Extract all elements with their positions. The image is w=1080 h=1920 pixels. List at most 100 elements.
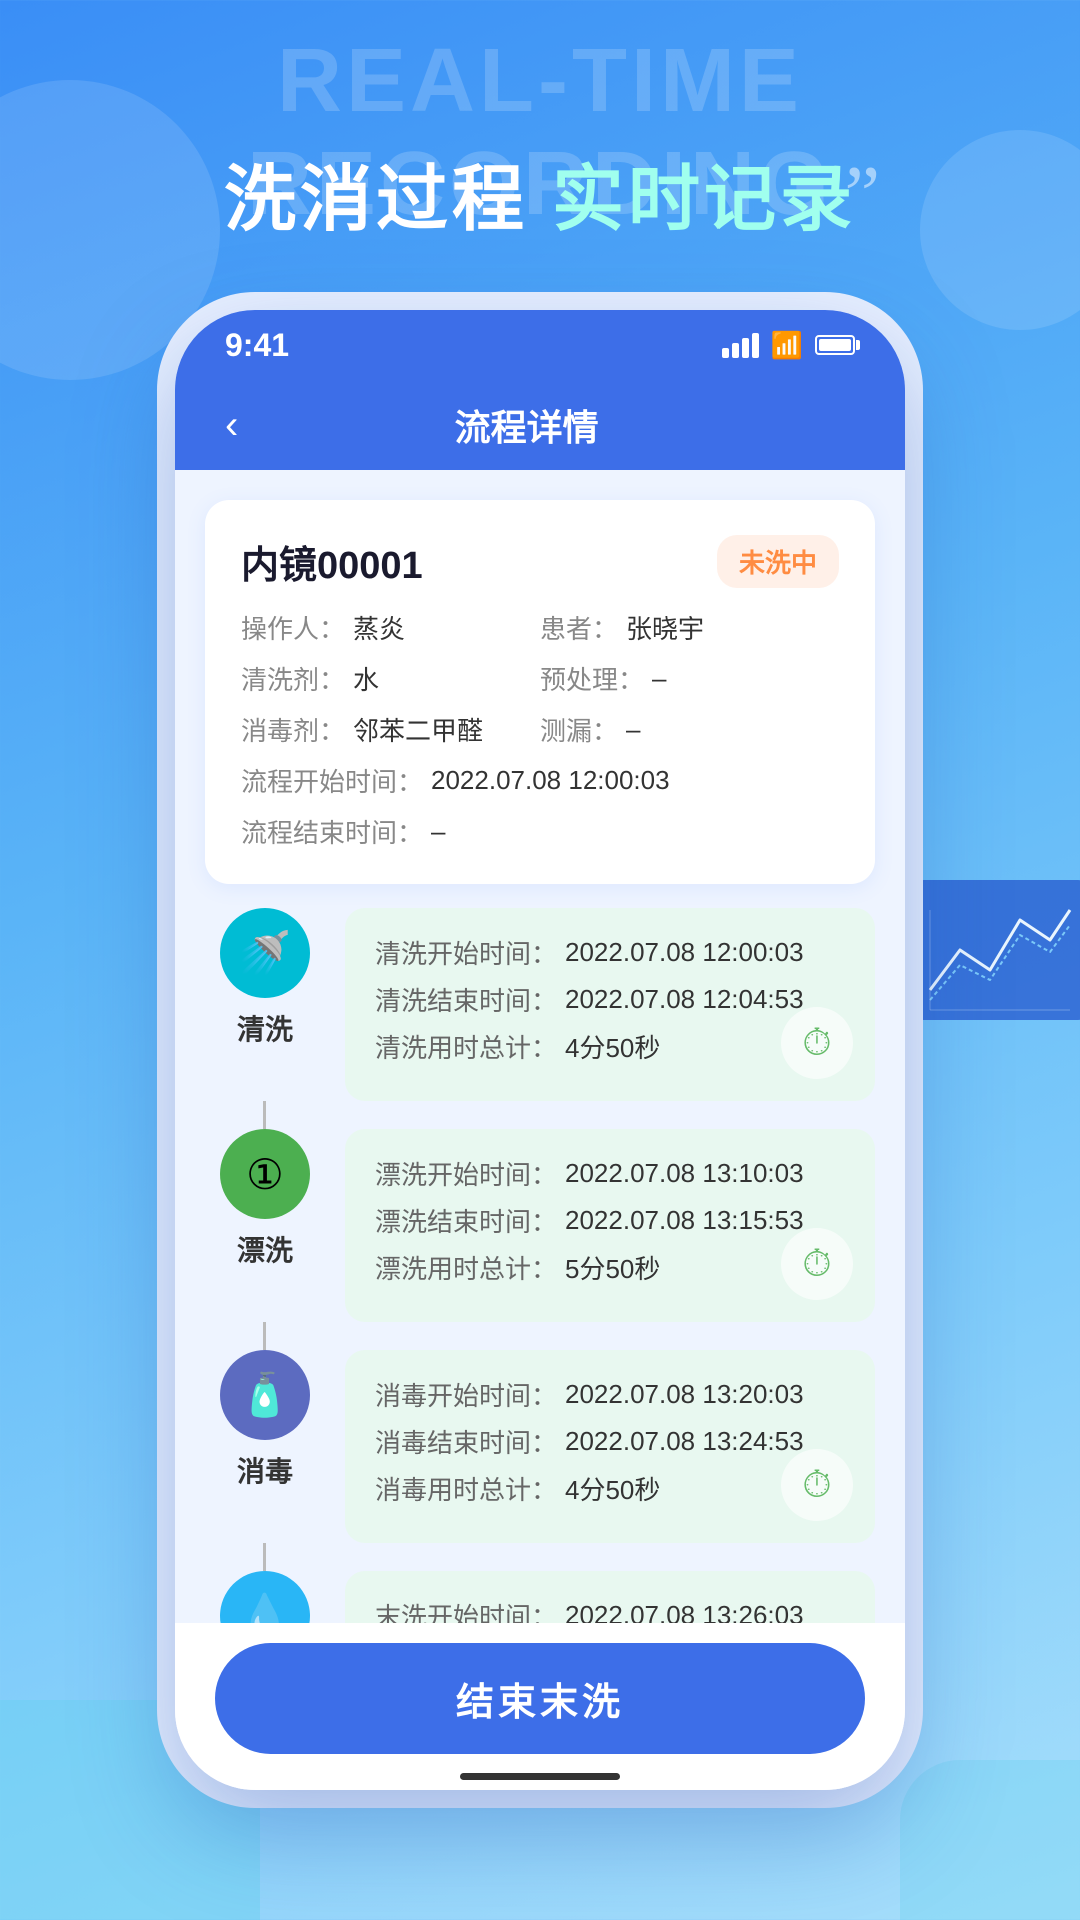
- cleaner-label: 清洗剂：: [241, 660, 345, 697]
- step-icon-disinfect: 🧴: [220, 1350, 310, 1440]
- step-row-label: 消毒开始时间：: [375, 1376, 557, 1413]
- end-time-label: 流程结束时间：: [241, 813, 423, 850]
- disinfectant-value: 邻苯二甲醛: [353, 711, 483, 748]
- step-clean: 🚿 清洗 清洗开始时间： 2022.07.08 12:00:03 清洗结束时间：…: [205, 908, 875, 1129]
- phone-mockup: 9:41 📶 ‹ 流程详情 内镜00001 未洗中: [175, 310, 905, 1790]
- step-card-row: 清洗开始时间： 2022.07.08 12:00:03: [375, 934, 845, 971]
- step-card-row: 漂洗结束时间： 2022.07.08 13:15:53: [375, 1202, 845, 1239]
- patient-label: 患者：: [540, 609, 618, 646]
- end-time-value: –: [431, 816, 445, 847]
- step-icon-clean: 🚿: [220, 908, 310, 998]
- step-row-label: 消毒用时总计：: [375, 1470, 557, 1507]
- home-indicator: [460, 1773, 620, 1780]
- step-card-clean: 清洗开始时间： 2022.07.08 12:00:03 清洗结束时间： 2022…: [345, 908, 875, 1101]
- deco-chart: [900, 870, 1080, 1050]
- step-disinfect: 🧴 消毒 消毒开始时间： 2022.07.08 13:20:03 消毒结束时间：…: [205, 1350, 875, 1571]
- bottom-bar: 结束末洗: [175, 1623, 905, 1790]
- step-row-value: 2022.07.08 13:10:03: [565, 1158, 804, 1189]
- step-icon-rinse: ①: [220, 1129, 310, 1219]
- nav-bar: ‹ 流程详情: [175, 380, 905, 470]
- step-card-row: 消毒开始时间： 2022.07.08 13:20:03: [375, 1376, 845, 1413]
- process-row-rinse: ① 漂洗 漂洗开始时间： 2022.07.08 13:10:03 漂洗结束时间：…: [205, 1129, 875, 1322]
- step-label-clean: 清洗: [237, 1008, 293, 1048]
- disinfectant-row: 消毒剂： 邻苯二甲醛: [241, 711, 540, 748]
- step-card-row: 漂洗开始时间： 2022.07.08 13:10:03: [375, 1155, 845, 1192]
- device-info-card: 内镜00001 未洗中 操作人： 蒸炎 患者： 张晓宇 清洗剂： 水 预处理：: [205, 500, 875, 884]
- back-button[interactable]: ‹: [225, 403, 238, 448]
- step-row-value: 2022.07.08 13:24:53: [565, 1426, 804, 1457]
- wifi-icon: 📶: [771, 330, 803, 361]
- step-row-value: 4分50秒: [565, 1470, 660, 1507]
- step-card-row: 清洗结束时间： 2022.07.08 12:04:53: [375, 981, 845, 1018]
- end-time-row: 流程结束时间： –: [241, 813, 839, 850]
- pretreatment-label: 预处理：: [540, 660, 644, 697]
- step-row-value: 4分50秒: [565, 1028, 660, 1065]
- end-button[interactable]: 结束末洗: [215, 1643, 865, 1754]
- step-connector: [263, 1322, 266, 1350]
- page-title: 流程详情: [258, 399, 795, 451]
- operator-row: 操作人： 蒸炎: [241, 609, 540, 646]
- step-row-value: 2022.07.08 13:20:03: [565, 1379, 804, 1410]
- start-time-row: 流程开始时间： 2022.07.08 12:00:03: [241, 762, 839, 799]
- step-row-value: 2022.07.08 13:15:53: [565, 1205, 804, 1236]
- status-time: 9:41: [225, 327, 289, 364]
- step-card-disinfect: 消毒开始时间： 2022.07.08 13:20:03 消毒结束时间： 2022…: [345, 1350, 875, 1543]
- operator-value: 蒸炎: [353, 609, 405, 646]
- disinfectant-label: 消毒剂：: [241, 711, 345, 748]
- deco-bottom-right: [900, 1760, 1080, 1920]
- hero-title: 洗消过程 实时记录: [0, 140, 1080, 245]
- hero-text-1: 洗消过程: [224, 160, 528, 240]
- signal-bars-icon: [722, 333, 759, 358]
- step-card-row: 消毒结束时间： 2022.07.08 13:24:53: [375, 1423, 845, 1460]
- step-row-value: 2022.07.08 12:04:53: [565, 984, 804, 1015]
- step-row-value: 5分50秒: [565, 1249, 660, 1286]
- step-card-row: 清洗用时总计： 4分50秒: [375, 1028, 845, 1065]
- content-area: 内镜00001 未洗中 操作人： 蒸炎 患者： 张晓宇 清洗剂： 水 预处理：: [175, 470, 905, 1790]
- cleaner-row: 清洗剂： 水: [241, 660, 540, 697]
- clock-icon-disinfect: ⏱: [781, 1449, 853, 1521]
- leak-test-value: –: [626, 714, 640, 745]
- step-label-rinse: 漂洗: [237, 1229, 293, 1269]
- step-row-label: 清洗结束时间：: [375, 981, 557, 1018]
- status-icons: 📶: [722, 330, 855, 361]
- leak-test-row: 测漏： –: [540, 711, 839, 748]
- step-label-disinfect: 消毒: [237, 1450, 293, 1490]
- step-card-row: 消毒用时总计： 4分50秒: [375, 1470, 845, 1507]
- step-card-rinse: 漂洗开始时间： 2022.07.08 13:10:03 漂洗结束时间： 2022…: [345, 1129, 875, 1322]
- step-rinse: ① 漂洗 漂洗开始时间： 2022.07.08 13:10:03 漂洗结束时间：…: [205, 1129, 875, 1350]
- leak-test-label: 测漏：: [540, 711, 618, 748]
- step-row-label: 漂洗开始时间：: [375, 1155, 557, 1192]
- cleaner-value: 水: [353, 660, 379, 697]
- clock-icon-clean: ⏱: [781, 1007, 853, 1079]
- step-row-label: 清洗用时总计：: [375, 1028, 557, 1065]
- step-row-label: 消毒结束时间：: [375, 1423, 557, 1460]
- step-left-clean: 🚿 清洗: [205, 908, 325, 1048]
- step-row-label: 漂洗用时总计：: [375, 1249, 557, 1286]
- info-card-header: 内镜00001 未洗中: [241, 534, 839, 589]
- step-card-row: 漂洗用时总计： 5分50秒: [375, 1249, 845, 1286]
- patient-value: 张晓宇: [626, 609, 704, 646]
- process-row-clean: 🚿 清洗 清洗开始时间： 2022.07.08 12:00:03 清洗结束时间：…: [205, 908, 875, 1101]
- operator-label: 操作人：: [241, 609, 345, 646]
- start-time-value: 2022.07.08 12:00:03: [431, 765, 670, 796]
- step-row-label: 清洗开始时间：: [375, 934, 557, 971]
- step-row-value: 2022.07.08 12:00:03: [565, 937, 804, 968]
- start-time-label: 流程开始时间：: [241, 762, 423, 799]
- step-left-rinse: ① 漂洗: [205, 1129, 325, 1269]
- step-connector: [263, 1101, 266, 1129]
- status-bar: 9:41 📶: [175, 310, 905, 380]
- info-grid: 操作人： 蒸炎 患者： 张晓宇 清洗剂： 水 预处理： – 消毒剂： 邻苯二: [241, 609, 839, 850]
- step-connector: [263, 1543, 266, 1571]
- quote-mark: ”: [844, 150, 880, 241]
- step-row-label: 漂洗结束时间：: [375, 1202, 557, 1239]
- patient-row: 患者： 张晓宇: [540, 609, 839, 646]
- pretreatment-row: 预处理： –: [540, 660, 839, 697]
- clock-icon-rinse: ⏱: [781, 1228, 853, 1300]
- status-badge: 未洗中: [717, 535, 839, 588]
- pretreatment-value: –: [652, 663, 666, 694]
- battery-icon: [815, 335, 855, 355]
- process-row-disinfect: 🧴 消毒 消毒开始时间： 2022.07.08 13:20:03 消毒结束时间：…: [205, 1350, 875, 1543]
- hero-text-2: 实时记录: [552, 160, 856, 240]
- device-id: 内镜00001: [241, 534, 423, 589]
- step-left-disinfect: 🧴 消毒: [205, 1350, 325, 1490]
